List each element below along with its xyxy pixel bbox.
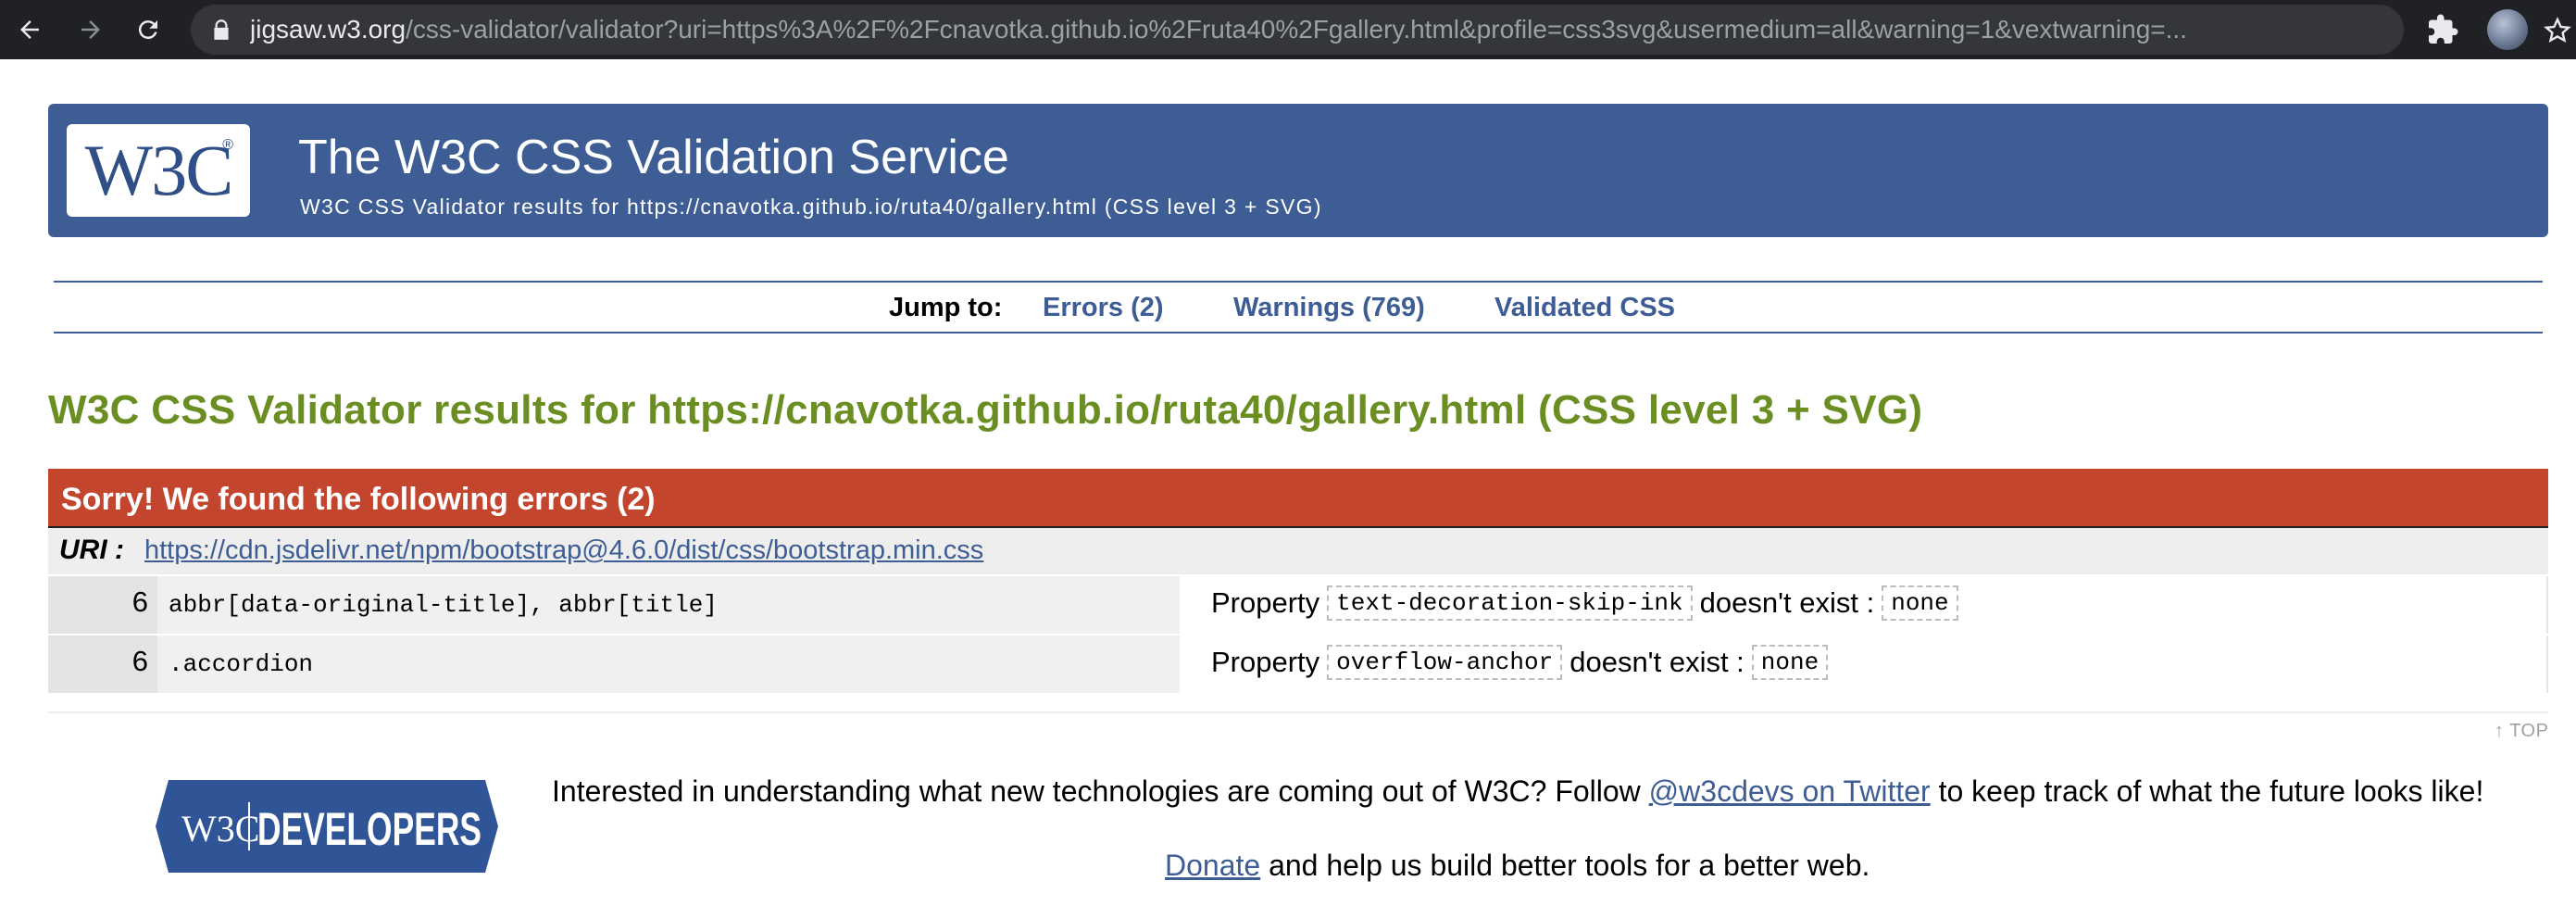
footer-follow-before: Interested in understanding what new tec… <box>552 774 1649 808</box>
footer-follow-after: to keep track of what the future looks l… <box>1930 774 2484 808</box>
error-message-cell: Property overflow-anchor doesn't exist :… <box>1180 635 2548 693</box>
twitter-link[interactable]: @w3cdevs on Twitter <box>1649 774 1931 808</box>
address-bar[interactable]: jigsaw.w3.org/css-validator/validator?ur… <box>191 5 2571 55</box>
error-line-cell: 6 <box>48 576 157 634</box>
donate-link[interactable]: Donate <box>1165 849 1260 882</box>
extensions-puzzle-icon[interactable] <box>2426 13 2459 46</box>
uri-row: URI : https://cdn.jsdelivr.net/npm/boots… <box>48 528 2548 574</box>
w3c-logo-text: W3C <box>84 130 234 210</box>
errors-header: Sorry! We found the following errors (2) <box>48 469 2548 528</box>
dev-logo-separator <box>248 802 250 850</box>
url-path: /css-validator/validator?uri=https%3A%2F… <box>406 15 2187 44</box>
bookmark-star-icon[interactable] <box>2543 16 2572 45</box>
error-row: 6 abbr[data-original-title], abbr[title]… <box>48 576 2548 634</box>
back-arrow-icon[interactable] <box>7 7 52 52</box>
footer-follow-text: Interested in understanding what new tec… <box>552 774 2483 809</box>
uri-label: URI : <box>59 535 124 565</box>
error-property: overflow-anchor <box>1327 645 1563 680</box>
header-banner: W3C ® The W3C CSS Validation Service W3C… <box>48 104 2548 237</box>
donate-after-text: and help us build better tools for a bet… <box>1260 849 1870 882</box>
url-host: jigsaw.w3.org <box>250 15 406 44</box>
uri-link[interactable]: https://cdn.jsdelivr.net/npm/bootstrap@4… <box>144 535 983 566</box>
error-message: Property text-decoration-skip-ink doesn'… <box>1211 585 1958 621</box>
section-divider <box>48 711 2548 713</box>
error-line-number: 6 <box>131 645 148 677</box>
dev-logo-developers: DEVELOPERS <box>257 803 481 855</box>
registered-mark: ® <box>222 137 233 153</box>
forward-arrow-icon[interactable] <box>69 7 113 52</box>
error-message: Property overflow-anchor doesn't exist :… <box>1211 645 1829 680</box>
error-property: text-decoration-skip-ink <box>1327 585 1693 621</box>
url-text: jigsaw.w3.org/css-validator/validator?ur… <box>250 14 2278 45</box>
error-middle: doesn't exist : <box>1569 646 1744 678</box>
nav-divider-bottom <box>54 332 2543 333</box>
results-heading: W3C CSS Validator results for https://cn… <box>48 387 1923 433</box>
footer-donate-text: Donate and help us build better tools fo… <box>1165 849 1869 883</box>
lock-icon[interactable] <box>209 18 233 42</box>
jump-validated-css-link[interactable]: Validated CSS <box>1494 293 1675 323</box>
error-middle: doesn't exist : <box>1699 586 1875 619</box>
nav-divider-top <box>54 281 2543 283</box>
error-context-cell: abbr[data-original-title], abbr[title] <box>157 576 1180 634</box>
w3c-logo[interactable]: W3C ® <box>67 124 250 217</box>
error-context-cell: .accordion <box>157 635 1180 693</box>
error-context: .accordion <box>169 650 314 678</box>
error-value: none <box>1882 585 1958 621</box>
error-row: 6 .accordion Property overflow-anchor do… <box>48 635 2548 693</box>
error-message-cell: Property text-decoration-skip-ink doesn'… <box>1180 576 2548 634</box>
profile-avatar[interactable] <box>2487 9 2528 50</box>
jump-warnings-link[interactable]: Warnings (769) <box>1233 293 1425 323</box>
error-line-cell: 6 <box>48 635 157 693</box>
error-prefix: Property <box>1211 646 1320 678</box>
browser-toolbar: jigsaw.w3.org/css-validator/validator?ur… <box>0 0 2576 59</box>
dev-logo-w3c: W3C <box>181 808 259 849</box>
w3c-developers-logo[interactable]: W3C DEVELOPERS <box>156 780 498 873</box>
error-context: abbr[data-original-title], abbr[title] <box>169 591 718 619</box>
jump-to-label: Jump to: <box>889 293 1003 322</box>
reload-icon[interactable] <box>126 7 170 52</box>
page-subtitle: W3C CSS Validator results for https://cn… <box>300 195 1322 219</box>
back-to-top-link[interactable]: ↑ TOP <box>2495 721 2548 742</box>
jump-errors-link[interactable]: Errors (2) <box>1043 293 1164 323</box>
errors-header-text: Sorry! We found the following errors (2) <box>61 482 656 517</box>
error-value: none <box>1751 645 1829 680</box>
page-title: The W3C CSS Validation Service <box>298 131 1009 184</box>
error-line-number: 6 <box>131 585 148 618</box>
error-prefix: Property <box>1211 586 1320 619</box>
